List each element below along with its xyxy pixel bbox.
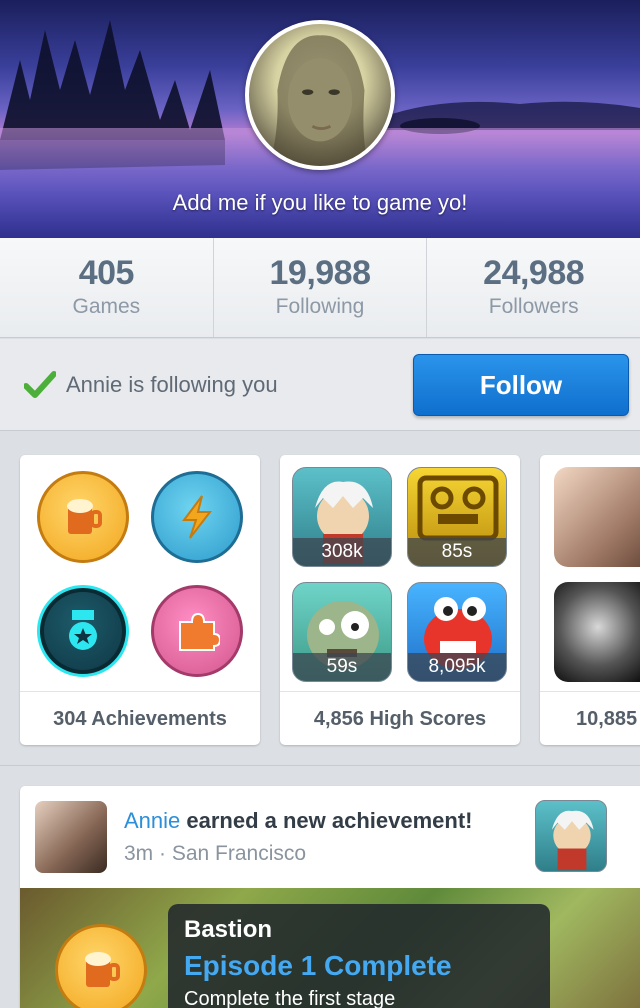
stat-followers[interactable]: 24,988 Followers: [427, 238, 640, 337]
profile-bio: Add me if you like to game yo!: [172, 190, 468, 215]
stat-value: 405: [78, 254, 135, 292]
feed-user-avatar[interactable]: [35, 801, 107, 873]
stat-label: Followers: [488, 295, 579, 318]
achievements-card[interactable]: 304 Achievements: [20, 455, 260, 745]
feed-item[interactable]: Annie earned a new achievement! 3m · San…: [20, 786, 640, 1008]
game-score: 59s: [293, 653, 391, 681]
achievement-banner[interactable]: Bastion Episode 1 Complete Complete the …: [20, 888, 640, 1008]
friend-avatar[interactable]: [554, 582, 640, 682]
profile-avatar[interactable]: [245, 20, 395, 170]
profile-header: Add me if you like to game yo!: [0, 0, 640, 238]
game-icon-monster[interactable]: 8,095k: [407, 582, 507, 682]
beer-badge-icon: [55, 924, 147, 1008]
stat-following[interactable]: 19,988 Following: [214, 238, 428, 337]
beer-badge-icon: [37, 471, 129, 563]
stat-label: Following: [275, 295, 365, 318]
stat-value: 24,988: [483, 254, 585, 292]
feed-headline: Annie earned a new achievement!: [124, 808, 473, 834]
friends-count: 10,885: [540, 691, 640, 745]
stat-label: Games: [72, 295, 141, 318]
high-scores-count: 4,856 High Scores: [280, 691, 520, 745]
friend-avatar[interactable]: [554, 467, 640, 567]
checkmark-icon: [24, 371, 56, 398]
feed-action: earned a new achievement!: [180, 808, 473, 833]
follow-button[interactable]: Follow: [413, 354, 629, 416]
achievement-overlay: Bastion Episode 1 Complete Complete the …: [168, 904, 550, 1008]
achievement-description: Complete the first stage: [184, 988, 396, 1008]
game-icon-bastion[interactable]: 308k: [292, 467, 392, 567]
achievements-count: 304 Achievements: [20, 691, 260, 745]
game-score: 308k: [293, 538, 391, 566]
stat-value: 19,988: [269, 254, 371, 292]
achievement-game-name: Bastion: [184, 916, 273, 943]
high-scores-card[interactable]: 308k 85s 59s 8,095k 4,856 High Scores: [280, 455, 520, 745]
feed-meta: 3m · San Francisco: [124, 842, 307, 865]
medal-badge-icon: [37, 585, 129, 677]
friends-card[interactable]: 10,885: [540, 455, 640, 745]
profile-cards: 304 Achievements 308k 85s 59s 8,095k 4,8…: [0, 432, 640, 766]
achievement-title: Episode 1 Complete: [184, 950, 452, 981]
feed-user-name[interactable]: Annie: [124, 808, 180, 833]
follow-status: Annie is following you: [66, 372, 278, 397]
game-score: 85s: [408, 538, 506, 566]
feed-game-icon[interactable]: [535, 800, 607, 872]
puzzle-badge-icon: [151, 585, 243, 677]
game-score: 8,095k: [408, 653, 506, 681]
stats-bar: 405 Games 19,988 Following 24,988 Follow…: [0, 238, 640, 338]
stat-games[interactable]: 405 Games: [0, 238, 214, 337]
game-icon-plants-vs-zombies[interactable]: 59s: [292, 582, 392, 682]
lightning-badge-icon: [151, 471, 243, 563]
game-icon-temple-run[interactable]: 85s: [407, 467, 507, 567]
